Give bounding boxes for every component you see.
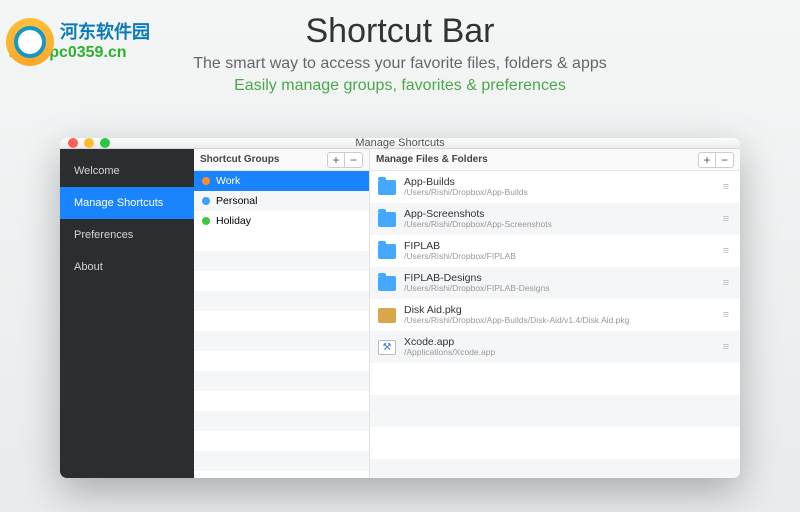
- hero-tagline: Easily manage groups, favorites & prefer…: [0, 77, 800, 95]
- file-row[interactable]: Disk Aid.pkg /Users/Rishi/Dropbox/App-Bu…: [370, 299, 740, 331]
- group-label: Work: [216, 175, 240, 187]
- sidebar-item-welcome[interactable]: Welcome: [60, 155, 194, 187]
- remove-group-button[interactable]: −: [345, 152, 363, 168]
- drag-handle-icon[interactable]: ≡: [723, 213, 730, 225]
- file-path: /Users/Rishi/Dropbox/App-Builds: [404, 188, 715, 198]
- file-path: /Users/Rishi/Dropbox/App-Builds/Disk-Aid…: [404, 316, 715, 326]
- file-row[interactable]: App-Screenshots /Users/Rishi/Dropbox/App…: [370, 203, 740, 235]
- package-icon: [378, 308, 396, 323]
- file-path: /Users/Rishi/Dropbox/FIPLAB-Designs: [404, 284, 715, 294]
- file-path: /Users/Rishi/Dropbox/App-Screenshots: [404, 220, 715, 230]
- color-dot-icon: [202, 197, 210, 205]
- sidebar-item-preferences[interactable]: Preferences: [60, 219, 194, 251]
- file-row[interactable]: FIPLAB-Designs /Users/Rishi/Dropbox/FIPL…: [370, 267, 740, 299]
- titlebar[interactable]: Manage Shortcuts: [60, 138, 740, 149]
- drag-handle-icon[interactable]: ≡: [723, 341, 730, 353]
- add-group-button[interactable]: +: [327, 152, 345, 168]
- group-label: Holiday: [216, 215, 251, 227]
- group-row-work[interactable]: Work: [194, 171, 369, 191]
- color-dot-icon: [202, 217, 210, 225]
- group-row-holiday[interactable]: Holiday: [194, 211, 369, 231]
- app-icon: ⚒: [378, 340, 396, 355]
- folder-icon: [378, 212, 396, 227]
- files-list: App-Builds /Users/Rishi/Dropbox/App-Buil…: [370, 171, 740, 478]
- files-panel: Manage Files & Folders + − App-Builds /U…: [370, 149, 740, 478]
- drag-handle-icon[interactable]: ≡: [723, 245, 730, 257]
- file-path: /Users/Rishi/Dropbox/FIPLAB: [404, 252, 715, 262]
- folder-icon: [378, 276, 396, 291]
- group-row-personal[interactable]: Personal: [194, 191, 369, 211]
- window-title: Manage Shortcuts: [60, 138, 740, 149]
- group-label: Personal: [216, 195, 257, 207]
- minimize-button[interactable]: [84, 138, 94, 148]
- watermark-logo: [0, 12, 60, 72]
- file-row[interactable]: FIPLAB /Users/Rishi/Dropbox/FIPLAB ≡: [370, 235, 740, 267]
- app-window: Manage Shortcuts Welcome Manage Shortcut…: [60, 138, 740, 478]
- sidebar: Welcome Manage Shortcuts Preferences Abo…: [60, 149, 194, 478]
- drag-handle-icon[interactable]: ≡: [723, 277, 730, 289]
- drag-handle-icon[interactable]: ≡: [723, 309, 730, 321]
- add-file-button[interactable]: +: [698, 152, 716, 168]
- watermark-text: 河东软件园: [60, 18, 150, 44]
- file-path: /Applications/Xcode.app: [404, 348, 715, 358]
- maximize-button[interactable]: [100, 138, 110, 148]
- file-row[interactable]: App-Builds /Users/Rishi/Dropbox/App-Buil…: [370, 171, 740, 203]
- folder-icon: [378, 180, 396, 195]
- groups-panel: Shortcut Groups + − Work Personal Holida: [194, 149, 370, 478]
- file-row[interactable]: ⚒ Xcode.app /Applications/Xcode.app ≡: [370, 331, 740, 363]
- groups-header: Shortcut Groups: [200, 154, 279, 165]
- files-header: Manage Files & Folders: [376, 154, 488, 165]
- groups-list: Work Personal Holiday: [194, 171, 369, 478]
- remove-file-button[interactable]: −: [716, 152, 734, 168]
- sidebar-item-about[interactable]: About: [60, 251, 194, 283]
- drag-handle-icon[interactable]: ≡: [723, 181, 730, 193]
- sidebar-item-manage-shortcuts[interactable]: Manage Shortcuts: [60, 187, 194, 219]
- close-button[interactable]: [68, 138, 78, 148]
- color-dot-icon: [202, 177, 210, 185]
- folder-icon: [378, 244, 396, 259]
